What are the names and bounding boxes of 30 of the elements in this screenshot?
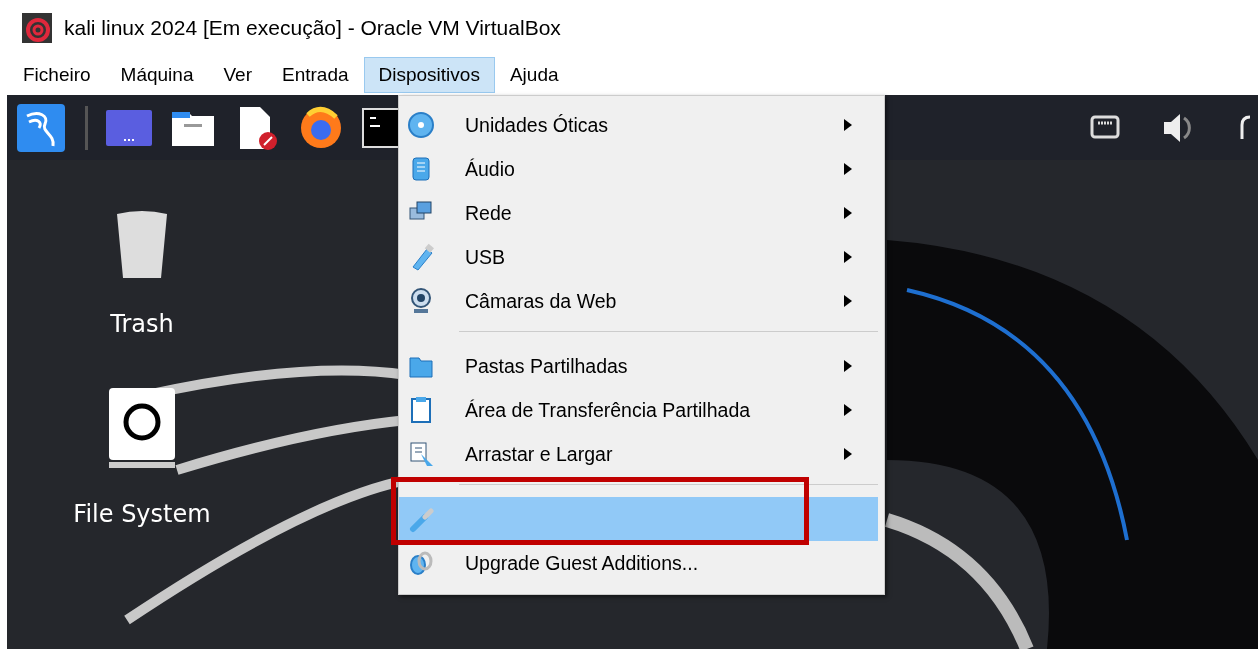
menu-item[interactable]: USB bbox=[399, 235, 878, 279]
menu-item-icon bbox=[407, 549, 435, 577]
desktop-icon-label[interactable]: Trash bbox=[110, 310, 174, 338]
menu-bar-item[interactable]: Máquina bbox=[105, 57, 209, 93]
window-title: kali linux 2024 [Em execução] - Oracle VM VirtualBox bbox=[64, 15, 561, 40]
menu-item[interactable] bbox=[399, 497, 878, 541]
menu-bar-item[interactable]: Ficheiro bbox=[8, 57, 106, 93]
trash-icon[interactable] bbox=[115, 210, 169, 280]
menu-bar-item[interactable]: Entrada bbox=[267, 57, 364, 93]
menu-item[interactable]: Áudio bbox=[399, 147, 878, 191]
menu-bar-item[interactable]: Dispositivos bbox=[363, 57, 495, 93]
menu-item[interactable]: Arrastar e Largar bbox=[399, 432, 878, 476]
menu-item[interactable]: Rede bbox=[399, 191, 878, 235]
menu-item-icon bbox=[407, 505, 435, 533]
menu-item-icon bbox=[407, 111, 435, 139]
menu-item-icon bbox=[407, 440, 435, 468]
menu-item[interactable]: Upgrade Guest Additions... bbox=[399, 541, 878, 585]
network-icon[interactable] bbox=[1090, 114, 1120, 141]
desktop-icon-label[interactable]: File System bbox=[73, 500, 211, 528]
menu-bar-item[interactable]: Ver bbox=[208, 57, 267, 93]
fox-browser-icon[interactable] bbox=[298, 104, 344, 151]
dragon-logo-icon[interactable] bbox=[15, 101, 67, 154]
menu-item[interactable]: Câmaras da Web bbox=[399, 279, 878, 323]
menu-item[interactable]: Área de Transferência Partilhada bbox=[399, 388, 878, 432]
drive-icon[interactable] bbox=[107, 386, 177, 470]
app-logo-icon bbox=[22, 12, 52, 43]
menu-bar-item[interactable]: Ajuda bbox=[494, 57, 574, 93]
menu-item[interactable]: Pastas Partilhadas bbox=[399, 344, 878, 388]
window-icon[interactable] bbox=[106, 109, 152, 146]
menu-item[interactable]: Unidades Óticas bbox=[399, 103, 878, 147]
